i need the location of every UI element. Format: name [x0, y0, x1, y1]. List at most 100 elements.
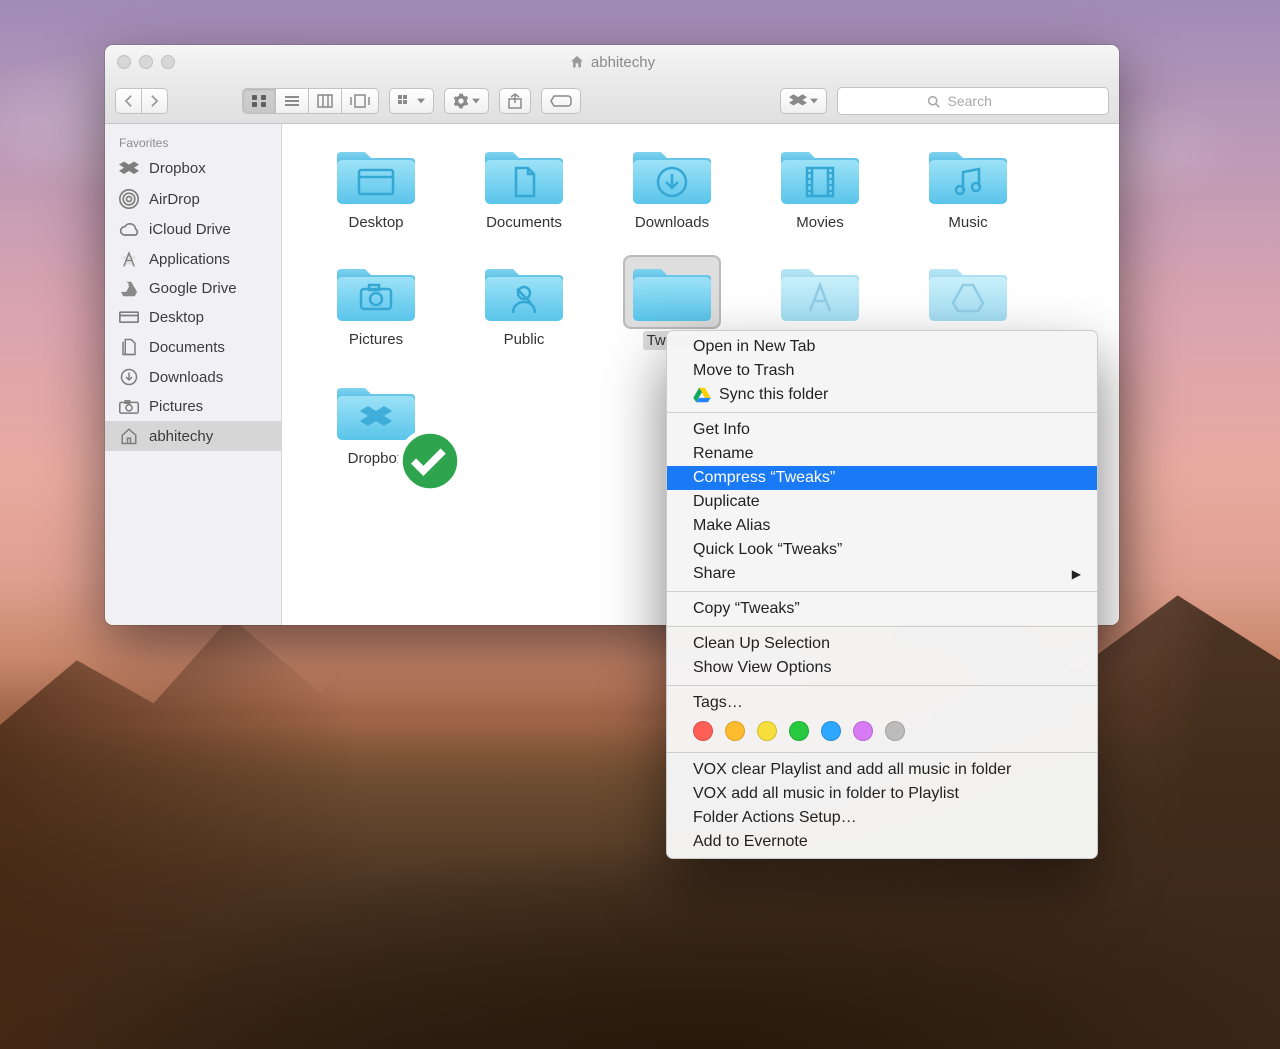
menu-move-to-trash[interactable]: Move to Trash [667, 359, 1097, 383]
menu-get-info[interactable]: Get Info [667, 418, 1097, 442]
sidebar-item-label: AirDrop [149, 191, 200, 208]
tag-color[interactable] [789, 721, 809, 741]
menu-item-label: Sync this folder [719, 386, 828, 404]
sidebar-item-airdrop[interactable]: AirDrop [105, 183, 281, 215]
titlebar[interactable]: abhitechy [105, 45, 1119, 79]
folder-downloads[interactable]: Downloads [598, 142, 746, 231]
sidebar-item-label: abhitechy [149, 428, 213, 445]
folder-label: Movies [796, 214, 844, 231]
tag-color[interactable] [693, 721, 713, 741]
menu-item-label: Make Alias [693, 517, 770, 535]
sidebar: Favorites DropboxAirDropiCloud DriveAppl… [105, 124, 282, 625]
toolbar [105, 79, 1119, 124]
folder-music[interactable]: Music [894, 142, 1042, 231]
menu-item-label: Share [693, 565, 736, 583]
folder-icon [335, 142, 417, 208]
folder-icon [335, 259, 417, 325]
folder-movies[interactable]: Movies [746, 142, 894, 231]
search-input[interactable] [946, 92, 1020, 110]
action-button[interactable] [444, 88, 489, 114]
menu-compress-tweaks[interactable]: Compress “Tweaks” [667, 466, 1097, 490]
menu-quick-look-tweaks[interactable]: Quick Look “Tweaks” [667, 538, 1097, 562]
home-icon [119, 427, 139, 445]
list-view-button[interactable] [276, 88, 309, 114]
window-title-text: abhitechy [591, 54, 655, 71]
folder-documents[interactable]: Documents [450, 142, 598, 231]
menu-item-label: VOX add all music in folder to Playlist [693, 785, 959, 803]
apps-icon [119, 250, 139, 268]
folder-label: Downloads [635, 214, 709, 231]
icon-view-button[interactable] [242, 88, 276, 114]
menu-duplicate[interactable]: Duplicate [667, 490, 1097, 514]
sidebar-item-label: Pictures [149, 398, 203, 415]
menu-vox-add-all-music-in-folder-to-playlist[interactable]: VOX add all music in folder to Playlist [667, 782, 1097, 806]
coverflow-view-button[interactable] [342, 88, 379, 114]
folder-dropbox[interactable]: Dropbox [302, 378, 450, 467]
sidebar-item-pictures[interactable]: Pictures [105, 392, 281, 421]
folder-icon [927, 142, 1009, 208]
menu-show-view-options[interactable]: Show View Options [667, 656, 1097, 680]
menu-item-label: Quick Look “Tweaks” [693, 541, 842, 559]
folder-public[interactable]: Public [450, 259, 598, 350]
menu-item-label: Compress “Tweaks” [693, 469, 835, 487]
tag-color[interactable] [821, 721, 841, 741]
menu-item-label: Get Info [693, 421, 750, 439]
folder-desktop[interactable]: Desktop [302, 142, 450, 231]
sidebar-item-label: Dropbox [149, 160, 206, 177]
sidebar-item-label: iCloud Drive [149, 221, 231, 238]
menu-tags[interactable]: Tags… [667, 691, 1097, 715]
sidebar-item-downloads[interactable]: Downloads [105, 362, 281, 392]
tag-color[interactable] [725, 721, 745, 741]
menu-make-alias[interactable]: Make Alias [667, 514, 1097, 538]
tags-button[interactable] [541, 88, 581, 114]
folder-label: Desktop [348, 214, 403, 231]
menu-folder-actions-setup[interactable]: Folder Actions Setup… [667, 806, 1097, 830]
sidebar-item-applications[interactable]: Applications [105, 244, 281, 274]
tag-color[interactable] [853, 721, 873, 741]
menu-sync-this-folder[interactable]: Sync this folder [667, 383, 1097, 407]
folder-icon [483, 259, 565, 325]
folder-label: Music [948, 214, 987, 231]
folder-pictures[interactable]: Pictures [302, 259, 450, 350]
window-title: abhitechy [105, 54, 1119, 71]
sidebar-item-icloud-drive[interactable]: iCloud Drive [105, 215, 281, 244]
menu-item-label: Copy “Tweaks” [693, 600, 800, 618]
menu-rename[interactable]: Rename [667, 442, 1097, 466]
menu-item-label: Add to Evernote [693, 833, 808, 851]
pictures-icon [119, 400, 139, 414]
tag-color[interactable] [885, 721, 905, 741]
tags-color-row [667, 715, 1097, 747]
arrange-button[interactable] [389, 88, 434, 114]
sidebar-item-abhitechy[interactable]: abhitechy [105, 421, 281, 451]
synced-check-icon [389, 428, 409, 448]
submenu-arrow-icon: ▶ [1072, 567, 1081, 581]
sidebar-item-documents[interactable]: Documents [105, 332, 281, 362]
sidebar-item-label: Google Drive [149, 280, 237, 297]
sidebar-item-google-drive[interactable]: Google Drive [105, 274, 281, 303]
share-button[interactable] [499, 88, 531, 114]
menu-item-label: Move to Trash [693, 362, 794, 380]
forward-button[interactable] [142, 88, 168, 114]
menu-copy-tweaks[interactable]: Copy “Tweaks” [667, 597, 1097, 621]
sidebar-item-dropbox[interactable]: Dropbox [105, 154, 281, 183]
menu-vox-clear-playlist-and-add-all-music-in-folder[interactable]: VOX clear Playlist and add all music in … [667, 758, 1097, 782]
back-button[interactable] [115, 88, 142, 114]
folder-icon [927, 259, 1009, 325]
view-mode-buttons [242, 88, 379, 114]
sidebar-item-desktop[interactable]: Desktop [105, 303, 281, 332]
menu-item-label: Open in New Tab [693, 338, 815, 356]
column-view-button[interactable] [309, 88, 342, 114]
icloud-icon [119, 223, 139, 237]
menu-clean-up-selection[interactable]: Clean Up Selection [667, 632, 1097, 656]
sidebar-item-label: Desktop [149, 309, 204, 326]
menu-add-to-evernote[interactable]: Add to Evernote [667, 830, 1097, 854]
search-field[interactable] [837, 87, 1109, 115]
menu-open-in-new-tab[interactable]: Open in New Tab [667, 335, 1097, 359]
folder-icon [483, 142, 565, 208]
tag-color[interactable] [757, 721, 777, 741]
folder-icon [779, 259, 861, 325]
dropbox-toolbar-button[interactable] [780, 88, 827, 114]
menu-share[interactable]: Share ▶ [667, 562, 1097, 586]
menu-item-label: Tags… [693, 694, 743, 712]
folder-label: Public [504, 331, 545, 348]
